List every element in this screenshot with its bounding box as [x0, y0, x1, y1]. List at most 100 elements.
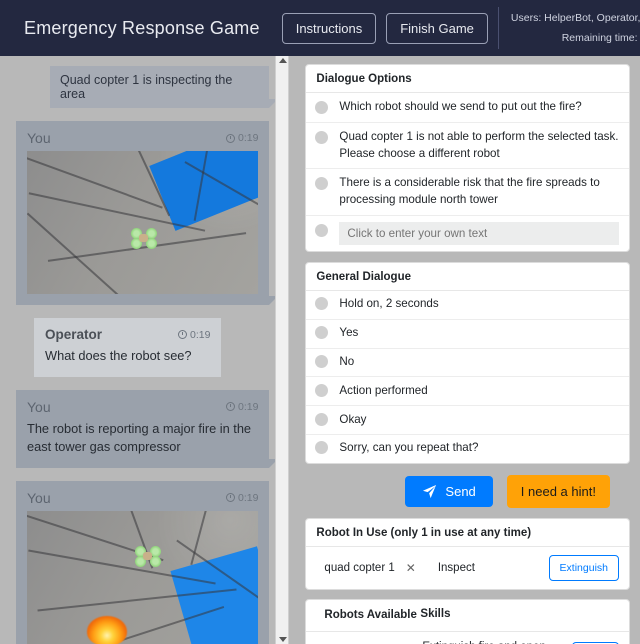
- message-time: 0:19: [225, 491, 259, 504]
- robot-in-use-task: Inspect: [437, 561, 475, 574]
- send-icon: [423, 484, 437, 498]
- table-row: husky 1 Extinguish fire and open valves …: [306, 632, 629, 644]
- message-timestamp: 0:19: [189, 328, 211, 341]
- quadcopter-marker: [135, 545, 161, 567]
- general-dialogue-label: No: [339, 355, 355, 369]
- dialogue-option-3[interactable]: There is a considerable risk that the fi…: [306, 169, 629, 216]
- skills-column-header: Skills: [420, 607, 451, 620]
- scroll-down-icon[interactable]: [279, 637, 288, 642]
- message-header: You 0:19: [27, 490, 258, 506]
- send-button[interactable]: Send: [405, 475, 493, 507]
- dialogue-option-label: There is a considerable risk that the fi…: [339, 176, 600, 207]
- message-header: You 0:19: [27, 399, 258, 415]
- radio-icon[interactable]: [315, 441, 329, 455]
- robots-available-header: Robots Available Skills: [306, 600, 629, 633]
- app-header: Emergency Response Game Instructions Fin…: [0, 0, 640, 56]
- clock-icon: [225, 133, 235, 143]
- chat-message: Operator 0:19 What does the robot see?: [34, 318, 222, 377]
- message-time: 0:19: [225, 400, 259, 413]
- message-header: Operator 0:19: [45, 327, 210, 342]
- general-dialogue-option-1[interactable]: Hold on, 2 seconds: [306, 291, 629, 320]
- dialogue-option-custom[interactable]: [306, 216, 629, 251]
- chat-message: You 0:19: [16, 121, 276, 305]
- finish-game-button[interactable]: Finish Game: [386, 12, 488, 44]
- scaffold-beam: [27, 155, 163, 209]
- drone-body: [139, 234, 148, 242]
- general-dialogue-option-5[interactable]: Okay: [306, 406, 629, 435]
- instructions-button[interactable]: Instructions: [281, 12, 377, 44]
- message-time: 0:19: [177, 328, 211, 341]
- message-time: 0:19: [225, 132, 259, 144]
- remaining-time: Remaining time: 1:01: [561, 32, 640, 44]
- session-info: Users: HelperBot, Operator, You Remainin…: [497, 7, 640, 49]
- general-dialogue-label: Action performed: [339, 383, 428, 397]
- general-dialogue-label: Okay: [339, 412, 367, 426]
- radio-icon[interactable]: [315, 412, 329, 426]
- robot-in-use-name: quad copter 1: [324, 561, 395, 574]
- general-dialogue-title: General Dialogue: [306, 263, 629, 291]
- clock-icon: [225, 493, 235, 503]
- chat-panel: Quad copter 1 is inspecting the area You…: [0, 56, 276, 644]
- message-timestamp: 0:19: [237, 491, 259, 504]
- robots-column-header: Robots Available: [324, 608, 417, 621]
- system-notification: Quad copter 1 is inspecting the area: [50, 66, 276, 108]
- message-text: The robot is reporting a major fire in t…: [27, 420, 252, 455]
- remove-robot-icon[interactable]: ✕: [406, 561, 416, 575]
- message-sender: Operator: [45, 327, 103, 342]
- drone-body: [143, 551, 152, 560]
- general-dialogue-card: General Dialogue Hold on, 2 seconds Yes …: [305, 261, 630, 464]
- robot-in-use-row: quad copter 1 ✕ Inspect Extinguish: [306, 547, 629, 589]
- dialogue-option-2[interactable]: Quad copter 1 is not able to perform the…: [306, 123, 629, 170]
- general-dialogue-option-2[interactable]: Yes: [306, 320, 629, 349]
- extinguish-button[interactable]: Extinguish: [548, 554, 619, 581]
- message-header: You 0:19: [27, 130, 258, 146]
- chat-message: You 0:19: [16, 480, 270, 644]
- robot-camera-image: [27, 510, 259, 644]
- robot-in-use-card: Robot In Use (only 1 in use at any time)…: [305, 517, 630, 590]
- clock-icon: [177, 330, 187, 339]
- users-list: Users: HelperBot, Operator, You: [510, 12, 640, 24]
- radio-icon[interactable]: [315, 326, 329, 340]
- dialogue-option-1[interactable]: Which robot should we send to put out th…: [306, 93, 629, 123]
- control-panel: Dialogue Options Which robot should we s…: [297, 56, 640, 644]
- quadcopter-marker: [131, 228, 157, 249]
- dialogue-options-card: Dialogue Options Which robot should we s…: [305, 64, 630, 252]
- custom-text-input[interactable]: [339, 221, 619, 245]
- action-bar: Send I need a hint!: [305, 474, 630, 508]
- hint-button[interactable]: I need a hint!: [506, 474, 610, 508]
- message-text: What does the robot see?: [45, 348, 192, 363]
- chat-scrollbar[interactable]: [275, 56, 290, 644]
- fire-marker: [87, 615, 127, 644]
- general-dialogue-option-6[interactable]: Sorry, can you repeat that?: [306, 435, 629, 463]
- message-timestamp: 0:19: [237, 400, 259, 413]
- general-dialogue-label: Hold on, 2 seconds: [339, 297, 439, 311]
- message-sender: You: [27, 130, 51, 146]
- clock-icon: [225, 402, 235, 412]
- message-sender: You: [27, 489, 51, 506]
- radio-icon[interactable]: [315, 101, 329, 114]
- chat-message: You 0:19 The robot is reporting a major …: [16, 389, 276, 468]
- message-sender: You: [27, 398, 51, 415]
- main-body: Quad copter 1 is inspecting the area You…: [0, 56, 640, 644]
- radio-icon[interactable]: [315, 355, 329, 369]
- dialogue-option-label: Which robot should we send to put out th…: [339, 100, 582, 113]
- message-timestamp: 0:19: [237, 132, 259, 144]
- page-title: Emergency Response Game: [24, 17, 260, 38]
- dialogue-options-title: Dialogue Options: [306, 65, 629, 93]
- robot-skill: Extinguish fire and open valves: [416, 639, 572, 644]
- scroll-up-icon[interactable]: [279, 58, 288, 63]
- general-dialogue-option-3[interactable]: No: [306, 349, 629, 378]
- send-button-label: Send: [445, 483, 476, 499]
- radio-icon[interactable]: [315, 177, 329, 191]
- general-dialogue-label: Yes: [339, 326, 359, 340]
- general-dialogue-option-4[interactable]: Action performed: [306, 377, 629, 407]
- radio-icon[interactable]: [315, 297, 329, 311]
- radio-icon[interactable]: [315, 130, 329, 144]
- radio-icon[interactable]: [315, 383, 329, 397]
- robot-camera-image: [27, 151, 259, 294]
- dialogue-option-label: Quad copter 1 is not able to perform the…: [339, 129, 619, 160]
- robot-in-use-title: Robot In Use (only 1 in use at any time): [306, 519, 629, 547]
- robots-available-card: Robots Available Skills husky 1 Extingui…: [305, 598, 630, 644]
- radio-icon[interactable]: [315, 223, 329, 237]
- column-gap: [289, 56, 298, 644]
